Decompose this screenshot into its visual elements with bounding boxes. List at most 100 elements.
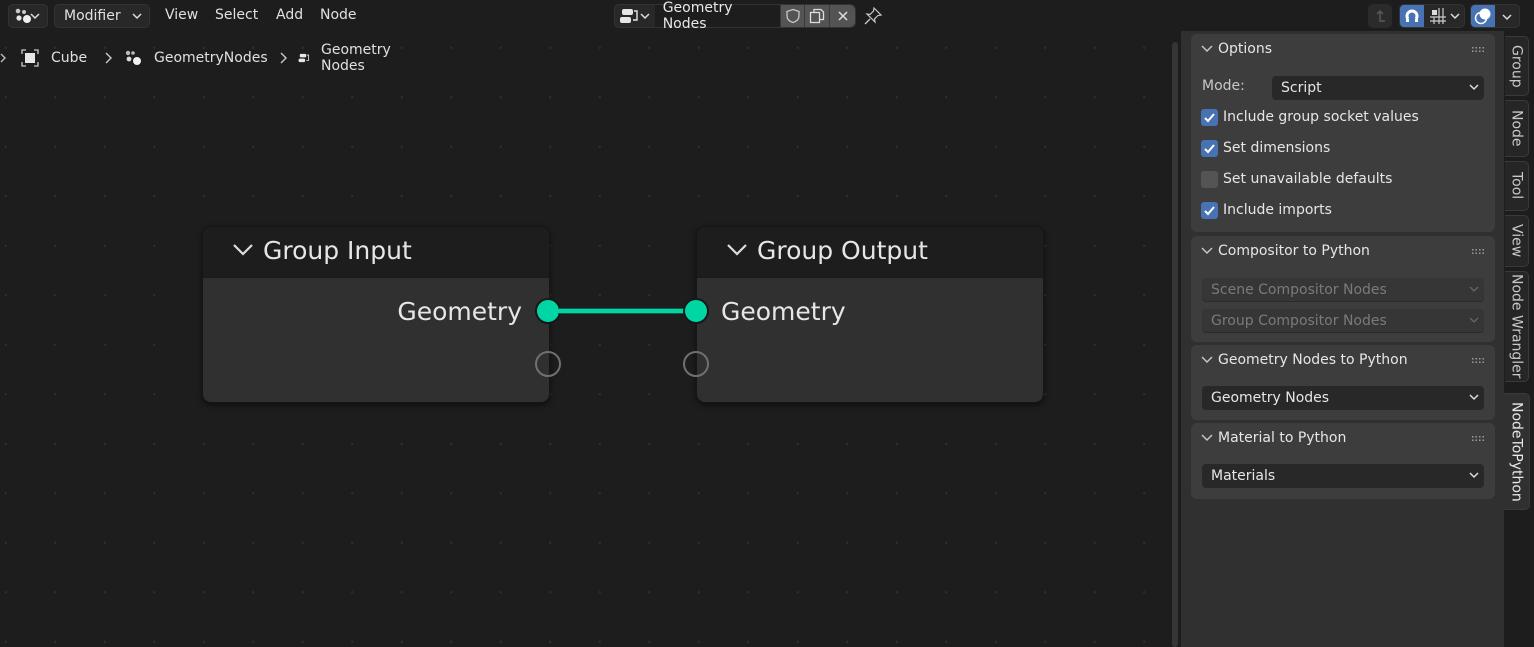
panel-title: Compositor to Python xyxy=(1218,243,1370,259)
chevron-right-icon xyxy=(105,52,112,64)
chevron-right-icon xyxy=(280,52,287,64)
checkbox[interactable] xyxy=(1201,139,1218,157)
geometry-nodes-dropdown[interactable]: Geometry Nodes xyxy=(1202,386,1484,409)
snap-mode-dropdown[interactable] xyxy=(1424,5,1464,27)
breadcrumb-label: Geometry Nodes xyxy=(321,42,391,74)
overlay-controls xyxy=(1470,4,1520,28)
input-socket-geometry[interactable] xyxy=(683,298,709,324)
node-tree-name-field[interactable]: Geometry Nodes xyxy=(654,0,780,32)
tab-tool[interactable]: Tool xyxy=(1505,161,1529,211)
panel-title: Material to Python xyxy=(1218,430,1347,446)
checkbox-label: Set dimensions xyxy=(1223,140,1331,156)
collapse-chevron-icon[interactable] xyxy=(725,241,749,259)
menu-view[interactable]: View xyxy=(165,7,198,23)
checkbox-set-unavailable-defaults[interactable]: Set unavailable defaults xyxy=(1201,169,1392,189)
socket-label-geometry: Geometry xyxy=(721,297,846,326)
node-tree-browse-button[interactable] xyxy=(615,5,655,27)
node-group-icon xyxy=(620,9,638,23)
mode-label: Mode: xyxy=(1202,78,1245,94)
tab-group[interactable]: Group xyxy=(1505,36,1529,96)
overlay-dropdown[interactable] xyxy=(1495,5,1519,27)
chevron-down-icon xyxy=(640,13,650,20)
tab-label: Node Wrangler xyxy=(1508,274,1525,379)
dropdown-value: Script xyxy=(1281,79,1322,96)
node-title: Group Input xyxy=(263,236,412,265)
drag-grip-icon[interactable] xyxy=(1471,248,1485,256)
tab-node[interactable]: Node xyxy=(1505,100,1529,157)
panel-header[interactable]: Compositor to Python xyxy=(1191,236,1495,266)
parent-node-tree-button[interactable] xyxy=(1368,4,1392,28)
checkbox-set-dimensions[interactable]: Set dimensions xyxy=(1201,138,1330,158)
socket-label-geometry: Geometry xyxy=(397,297,522,326)
chevron-down-icon xyxy=(132,13,142,20)
checkbox-include-group-socket-values[interactable]: Include group socket values xyxy=(1201,107,1419,127)
checkbox[interactable] xyxy=(1201,108,1218,126)
input-socket-virtual[interactable] xyxy=(683,351,709,377)
chevron-down-icon xyxy=(1469,472,1479,479)
vertical-scrollbar[interactable] xyxy=(1172,42,1178,647)
node-group-input[interactable]: Group Input Geometry xyxy=(202,226,550,403)
snap-grid-icon xyxy=(1430,8,1446,24)
panel-header[interactable]: Material to Python xyxy=(1191,423,1495,453)
mode-dropdown[interactable]: Modifier xyxy=(54,4,150,28)
fake-user-button[interactable] xyxy=(779,5,805,27)
node-link[interactable] xyxy=(558,308,688,314)
breadcrumb-label: Cube xyxy=(51,50,88,66)
unlink-button[interactable] xyxy=(829,5,855,27)
scene-compositor-dropdown[interactable]: Scene Compositor Nodes xyxy=(1202,278,1484,301)
duplicate-button[interactable] xyxy=(804,5,830,27)
panel-header[interactable]: Geometry Nodes to Python xyxy=(1191,345,1495,375)
tab-view[interactable]: View xyxy=(1505,215,1529,267)
drag-grip-icon[interactable] xyxy=(1471,435,1485,443)
group-compositor-dropdown[interactable]: Group Compositor Nodes xyxy=(1202,309,1484,332)
menu-node[interactable]: Node xyxy=(320,7,357,23)
mode-value: Modifier xyxy=(64,8,121,24)
tab-nodetopython[interactable]: NodeToPython xyxy=(1504,393,1530,510)
close-icon xyxy=(838,11,848,21)
breadcrumb-item-modifier: GeometryNodes xyxy=(124,46,268,70)
chevron-down-icon xyxy=(1201,434,1213,441)
duplicate-icon xyxy=(810,8,825,24)
tab-node-wrangler[interactable]: Node Wrangler xyxy=(1505,271,1529,382)
pin-icon[interactable] xyxy=(863,6,883,26)
breadcrumb-label: GeometryNodes xyxy=(154,50,268,66)
chevron-down-icon xyxy=(1469,84,1479,91)
chevron-down-icon xyxy=(30,13,40,20)
drag-grip-icon[interactable] xyxy=(1471,357,1485,365)
editor-header: Modifier View Select Add Node Geometry N… xyxy=(0,0,1534,32)
node-header[interactable]: Group Input xyxy=(203,227,549,278)
checkbox-include-imports[interactable]: Include imports xyxy=(1201,200,1332,220)
checkbox-label: Include imports xyxy=(1223,202,1332,218)
menu-add[interactable]: Add xyxy=(276,7,303,23)
materials-dropdown[interactable]: Materials xyxy=(1202,464,1484,487)
breadcrumb-item-node-tree: Geometry Nodes xyxy=(298,42,398,74)
output-socket-virtual[interactable] xyxy=(535,351,561,377)
node-header[interactable]: Group Output xyxy=(697,227,1043,278)
panel-compositor-to-python: Compositor to Python Scene Compositor No… xyxy=(1191,236,1495,342)
overlay-icon xyxy=(1474,8,1491,25)
chevron-down-icon xyxy=(1201,45,1213,52)
drag-grip-icon[interactable] xyxy=(1471,46,1485,54)
snap-controls xyxy=(1399,4,1465,28)
checkmark-icon xyxy=(1204,112,1215,122)
panel-geometry-nodes-to-python: Geometry Nodes to Python Geometry Nodes xyxy=(1191,345,1495,420)
sidebar-region: Options Mode: Script Include group socke… xyxy=(1181,31,1504,647)
menu-select[interactable]: Select xyxy=(215,7,258,23)
node-tree-selector: Geometry Nodes xyxy=(614,0,856,32)
node-group-output[interactable]: Group Output Geometry xyxy=(696,226,1044,403)
chevron-right-icon xyxy=(0,53,6,63)
checkbox[interactable] xyxy=(1201,170,1218,188)
checkbox-label: Include group socket values xyxy=(1223,109,1419,125)
shield-icon xyxy=(785,8,800,24)
mode-dropdown[interactable]: Script xyxy=(1272,76,1484,99)
panel-header[interactable]: Options xyxy=(1191,34,1495,64)
checkmark-icon xyxy=(1204,205,1215,215)
overlay-toggle[interactable] xyxy=(1471,5,1495,27)
chevron-down-icon xyxy=(1469,394,1479,401)
checkbox[interactable] xyxy=(1201,201,1218,219)
snap-toggle[interactable] xyxy=(1400,5,1424,27)
collapse-chevron-icon[interactable] xyxy=(231,241,255,259)
panel-options: Options Mode: Script Include group socke… xyxy=(1191,34,1495,232)
editor-type-button[interactable] xyxy=(8,4,48,28)
tab-label: Node xyxy=(1508,110,1525,147)
